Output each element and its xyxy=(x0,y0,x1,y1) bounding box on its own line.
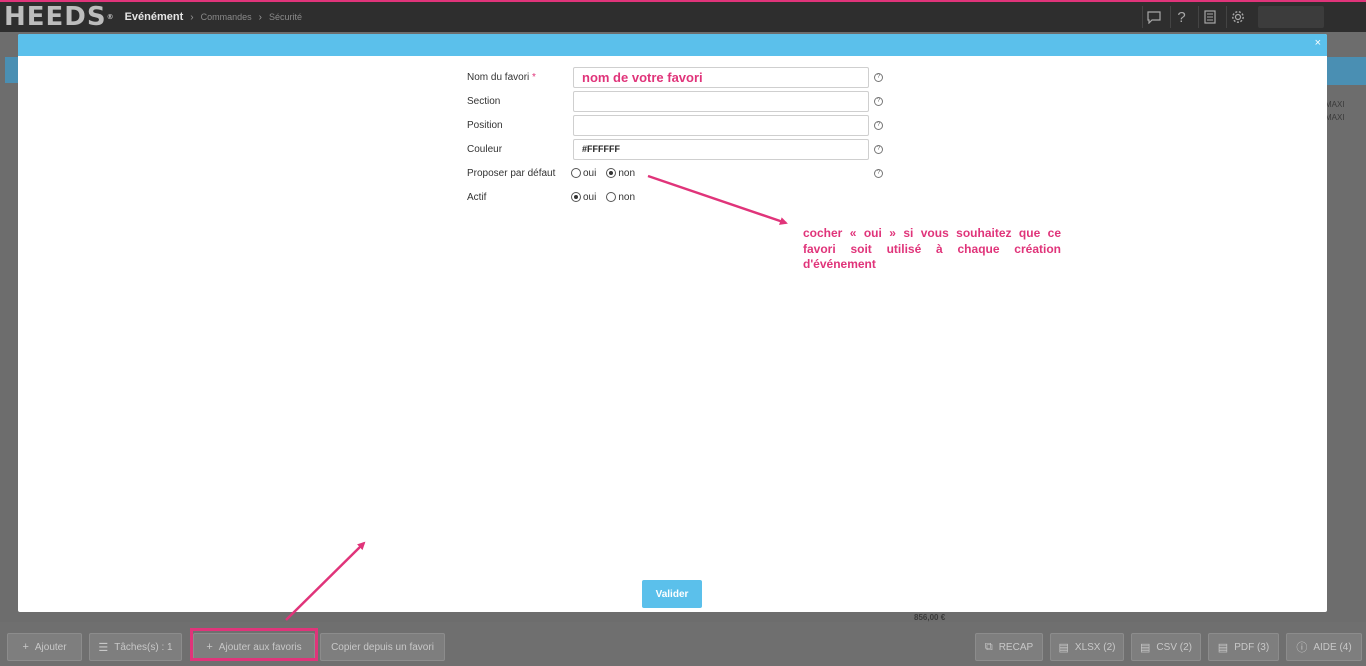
color-input[interactable] xyxy=(573,138,869,160)
help-icon[interactable]: ? xyxy=(874,144,883,154)
form-row-active: Actif oui non xyxy=(466,185,886,209)
help-button[interactable]: ⓘ AIDE (4) xyxy=(1286,633,1362,661)
plus-icon: + xyxy=(22,641,29,653)
default-radio-no[interactable]: non xyxy=(606,168,635,179)
form-row-color: Couleur ? xyxy=(466,137,886,161)
form-row-name: Nom du favori * ? xyxy=(466,65,886,89)
modal-header: × xyxy=(18,34,1327,56)
help-icon[interactable]: ? xyxy=(874,72,883,82)
chevron-right-icon: › xyxy=(190,11,194,23)
name-label: Nom du favori * xyxy=(467,71,536,83)
annotation-note: cocher « oui » si vous souhaitez que ce … xyxy=(803,226,1061,271)
form-row-section: Section ? xyxy=(466,89,886,113)
top-icons: ? xyxy=(1142,6,1248,28)
breadcrumb-item-event[interactable]: Evénément xyxy=(125,11,184,23)
breadcrumb: Evénément › Commandes › Sécurité xyxy=(125,11,302,23)
help-icon[interactable]: ? xyxy=(874,120,883,130)
default-radio-yes[interactable]: oui xyxy=(571,168,596,179)
background-text: MAXI xyxy=(1325,100,1345,109)
help-icon[interactable]: ? xyxy=(874,96,883,106)
active-radio-group: oui non xyxy=(571,192,635,203)
close-icon[interactable]: × xyxy=(1315,37,1321,49)
default-label: Proposer par défaut xyxy=(467,167,556,179)
position-label: Position xyxy=(467,119,503,131)
add-button[interactable]: + Ajouter xyxy=(7,633,82,661)
background-text: MAXI xyxy=(1325,113,1345,122)
notebook-icon[interactable] xyxy=(1198,6,1220,28)
breadcrumb-item-security[interactable]: Sécurité xyxy=(269,12,302,22)
info-icon: ⓘ xyxy=(1296,642,1308,654)
form-row-default: Proposer par défaut oui non ? xyxy=(466,161,886,185)
color-label: Couleur xyxy=(467,143,503,155)
list-icon: ☰ xyxy=(98,641,109,654)
name-input[interactable] xyxy=(573,66,869,88)
background-header xyxy=(1327,57,1366,85)
top-bar: HEEDS® Evénément › Commandes › Sécurité … xyxy=(0,0,1366,32)
position-input[interactable] xyxy=(573,114,869,136)
gear-icon[interactable] xyxy=(1226,6,1248,28)
background-tab xyxy=(5,57,18,83)
highlight-frame xyxy=(190,628,318,661)
csv-button[interactable]: ▤ CSV (2) xyxy=(1131,633,1201,661)
active-radio-no[interactable]: non xyxy=(606,192,635,203)
active-label: Actif xyxy=(467,191,487,203)
file-icon: ▤ xyxy=(1140,641,1151,654)
help-icon[interactable]: ? xyxy=(874,168,883,178)
favorite-modal: × Nom du favori * ? Section ? Position ?… xyxy=(18,34,1327,612)
chevron-right-icon: › xyxy=(258,11,263,23)
chat-icon[interactable] xyxy=(1142,6,1164,28)
form-row-position: Position ? xyxy=(466,113,886,137)
copy-favorite-button[interactable]: Copier depuis un favori xyxy=(320,633,445,661)
user-menu[interactable] xyxy=(1258,6,1324,28)
question-icon[interactable]: ? xyxy=(1170,6,1192,28)
file-icon: ▤ xyxy=(1058,641,1069,654)
total-amount: 856,00 € xyxy=(914,613,946,622)
external-link-icon: ⧉ xyxy=(984,640,993,653)
xlsx-button[interactable]: ▤ XLSX (2) xyxy=(1050,633,1124,661)
file-icon: ▤ xyxy=(1217,641,1229,654)
section-input[interactable] xyxy=(573,90,869,112)
active-radio-yes[interactable]: oui xyxy=(571,192,596,203)
breadcrumb-item-orders[interactable]: Commandes xyxy=(201,12,252,22)
validate-button[interactable]: Valider xyxy=(642,580,702,608)
tasks-button[interactable]: ☰ Tâches(s) : 1 xyxy=(89,633,182,661)
pdf-button[interactable]: ▤ PDF (3) xyxy=(1208,633,1279,661)
section-label: Section xyxy=(467,95,501,107)
app-logo[interactable]: HEEDS® xyxy=(4,3,115,31)
recap-button[interactable]: ⧉ RECAP xyxy=(975,633,1043,661)
default-radio-group: oui non xyxy=(571,168,635,179)
